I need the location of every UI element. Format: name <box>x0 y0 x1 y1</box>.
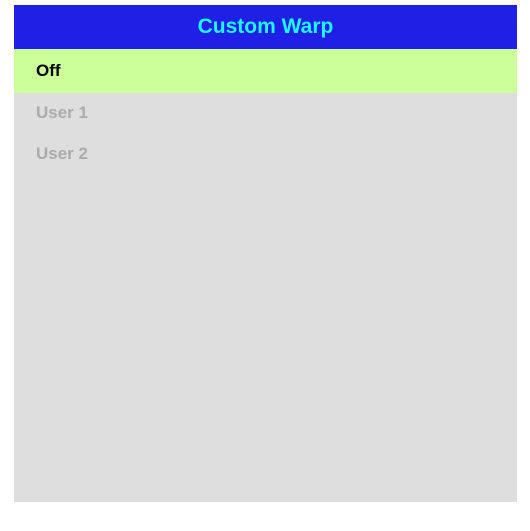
menu-item-off[interactable]: Off <box>14 49 517 93</box>
menu-title: Custom Warp <box>14 5 517 49</box>
menu-item-user-2[interactable]: User 2 <box>14 133 517 175</box>
menu-item-user-1[interactable]: User 1 <box>14 93 517 133</box>
menu-list: Off User 1 User 2 <box>14 49 517 175</box>
custom-warp-menu: Custom Warp Off User 1 User 2 <box>14 5 517 502</box>
